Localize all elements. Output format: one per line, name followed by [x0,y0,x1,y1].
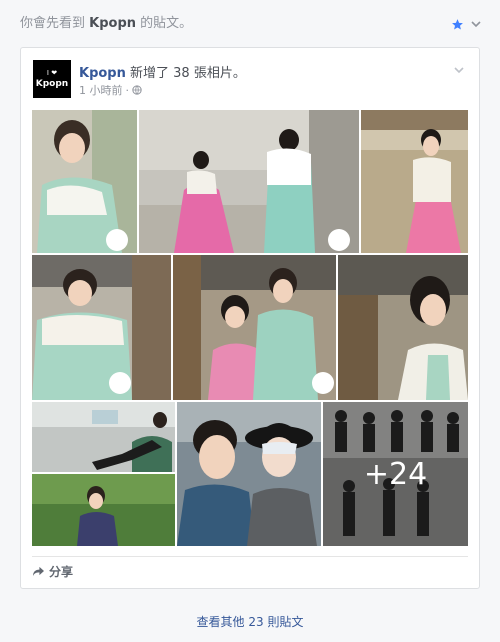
photo-3[interactable] [361,110,468,253]
see-more-prefix: 查看其他 [196,615,245,629]
post-timestamp[interactable]: 1 小時前 [79,82,123,98]
star-icon [452,18,463,30]
photo-10[interactable]: +24 [323,402,468,546]
photo-2[interactable] [139,110,359,253]
notice-page-link[interactable]: Kpopn [89,16,136,31]
photo-8[interactable] [32,474,175,546]
post-action-text: 新增了 38 張相片。 [130,66,246,81]
photo-7[interactable] [32,402,175,472]
photo-5[interactable] [173,255,336,400]
see-first-control[interactable] [451,14,482,34]
photo-1-image [32,110,137,253]
photo-5-image [173,255,336,400]
post-meta: 1 小時前 · [79,82,142,98]
photo-grid: +24 [32,110,468,546]
photo-7-image [32,402,175,472]
notice-text: 你會先看到 Kpopn 的貼文。 [20,14,490,34]
photo-9-image [177,402,321,546]
notice-suffix: 的貼文。 [140,16,193,31]
photo-2-image [139,110,359,253]
post-page-link[interactable]: Kpopn [79,66,126,81]
post-options-chevron-icon[interactable] [453,64,465,76]
photo-6-image [338,255,468,400]
post-card: I ❤ Kpopn Kpopn 新增了 38 張相片。 1 小時前 · +24 … [20,47,480,589]
photo-6[interactable] [338,255,468,400]
share-button[interactable]: 分享 [32,563,73,580]
photo-4[interactable] [32,255,171,400]
chevron-down-icon[interactable] [470,18,482,30]
more-photos-overlay[interactable]: +24 [323,402,468,546]
avatar[interactable]: I ❤ Kpopn [33,60,71,98]
photo-8-image [32,474,175,546]
photo-1[interactable] [32,110,137,253]
see-more-posts-link[interactable]: 查看其他 23 則貼文 [0,613,500,630]
notice-prefix: 你會先看到 [20,16,86,31]
post-header: I ❤ Kpopn Kpopn 新增了 38 張相片。 1 小時前 · [31,58,469,100]
see-more-count: 23 [248,615,264,629]
photo-3-image [361,110,468,253]
avatar-logo-text: Kpopn [35,78,69,89]
photo-4-image [32,255,171,400]
meta-separator: · [125,83,130,97]
feed-container: 你會先看到 Kpopn 的貼文。 I ❤ Kpopn Kpopn 新增了 38 … [0,0,500,642]
avatar-heart-text: I ❤ [46,68,58,77]
globe-icon[interactable] [132,85,142,95]
photo-9[interactable] [177,402,321,546]
share-arrow-icon [33,566,44,577]
see-first-notice: 你會先看到 Kpopn 的貼文。 [20,14,490,34]
share-label: 分享 [49,565,74,579]
more-photos-count: +24 [363,456,428,492]
see-more-suffix: 則貼文 [267,615,304,629]
post-divider [32,556,468,557]
post-title: Kpopn 新增了 38 張相片。 [79,62,246,81]
